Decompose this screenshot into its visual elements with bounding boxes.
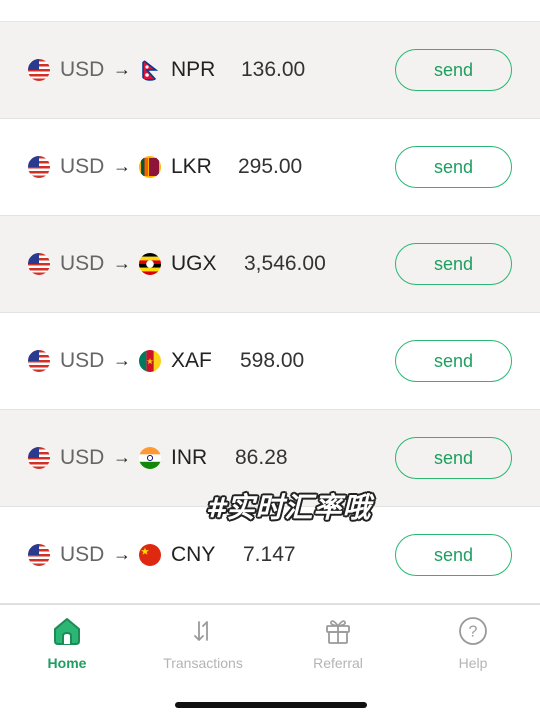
- help-icon: ?: [455, 613, 491, 649]
- arrow-right-icon: →: [113, 447, 131, 468]
- usa-flag-icon: [28, 253, 50, 275]
- home-indicator: [175, 702, 367, 708]
- tab-home[interactable]: Home: [7, 613, 127, 671]
- to-currency-code: UGX: [171, 252, 217, 275]
- arrow-right-icon: →: [113, 156, 131, 177]
- to-currency-code: CNY: [171, 543, 216, 566]
- send-button-npr[interactable]: send: [395, 49, 512, 91]
- from-currency-code: USD: [60, 58, 105, 81]
- tab-label: Home: [47, 655, 87, 671]
- exchange-rate: 86.28: [235, 446, 288, 469]
- arrow-right-icon: →: [113, 59, 131, 80]
- uganda-flag-icon: [139, 253, 161, 275]
- exchange-rate: 598.00: [240, 349, 305, 372]
- home-icon: [49, 613, 85, 649]
- send-button-cny[interactable]: send: [395, 534, 512, 576]
- usa-flag-icon: [28, 447, 50, 469]
- to-currency-code: INR: [171, 446, 208, 469]
- usa-flag-icon: [28, 59, 50, 81]
- send-button-xaf[interactable]: send: [395, 340, 512, 382]
- tab-label: Transactions: [163, 655, 243, 671]
- india-flag-icon: [139, 447, 161, 469]
- overlay-caption: #实时汇率哦: [206, 491, 372, 524]
- china-flag-icon: [139, 544, 161, 566]
- top-strip: [0, 0, 540, 22]
- sri-lanka-flag-icon: [139, 156, 161, 178]
- arrow-right-icon: →: [113, 253, 131, 274]
- rate-row-lkr: USD → LKR 295.00 send: [0, 119, 540, 216]
- tab-label: Referral: [313, 655, 363, 671]
- send-button-ugx[interactable]: send: [395, 243, 512, 285]
- send-button-lkr[interactable]: send: [395, 146, 512, 188]
- from-currency-code: USD: [60, 349, 105, 372]
- tab-help[interactable]: ? Help: [413, 613, 533, 671]
- tab-transactions[interactable]: Transactions: [143, 613, 263, 671]
- rate-row-ugx: USD → UGX 3,546.00 send: [0, 216, 540, 313]
- from-currency-code: USD: [60, 252, 105, 275]
- rate-row-npr: USD → NPR 136.00 send: [0, 22, 540, 119]
- usa-flag-icon: [28, 544, 50, 566]
- tab-referral[interactable]: Referral: [278, 613, 398, 671]
- exchange-rate: 3,546.00: [244, 252, 326, 275]
- gift-icon: [320, 613, 356, 649]
- to-currency-code: XAF: [171, 349, 212, 372]
- rate-row-xaf: USD → XAF 598.00 send: [0, 313, 540, 410]
- from-currency-code: USD: [60, 155, 105, 178]
- to-currency-code: NPR: [171, 58, 216, 81]
- from-currency-code: USD: [60, 446, 105, 469]
- to-currency-code: LKR: [171, 155, 212, 178]
- usa-flag-icon: [28, 350, 50, 372]
- exchange-rate: 7.147: [243, 543, 296, 566]
- nepal-flag-icon: [139, 59, 161, 81]
- exchange-rate: 295.00: [238, 155, 303, 178]
- send-button-inr[interactable]: send: [395, 437, 512, 479]
- arrow-right-icon: →: [113, 544, 131, 565]
- usa-flag-icon: [28, 156, 50, 178]
- arrow-right-icon: →: [113, 350, 131, 371]
- tab-label: Help: [458, 655, 488, 671]
- exchange-rate: 136.00: [241, 58, 306, 81]
- svg-text:?: ?: [469, 624, 478, 641]
- cameroon-flag-icon: [139, 350, 161, 372]
- transactions-icon: [185, 613, 221, 649]
- from-currency-code: USD: [60, 543, 105, 566]
